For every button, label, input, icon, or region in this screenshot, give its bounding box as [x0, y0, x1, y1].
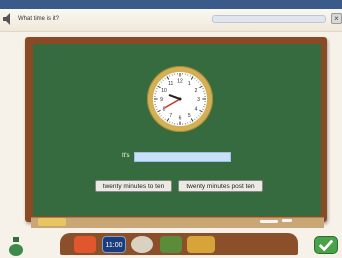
clock-number: 5 — [188, 113, 191, 119]
clock-number: 12 — [177, 79, 183, 85]
page-title: What time is it? — [18, 16, 60, 22]
option-button-1[interactable]: twenty minutes to ten — [95, 180, 172, 192]
clock-number: 11 — [168, 81, 173, 87]
chart-button[interactable] — [187, 236, 215, 253]
digital-clock-button[interactable]: 11:00 — [102, 236, 126, 253]
home-button[interactable] — [74, 236, 96, 253]
prompt-label: It's — [122, 153, 130, 159]
check-button[interactable] — [314, 236, 338, 254]
clock-number: 1 — [188, 81, 191, 87]
close-button[interactable]: × — [331, 13, 342, 24]
gauge-button[interactable] — [131, 236, 153, 253]
clock-center — [178, 97, 182, 101]
chalk-icon — [260, 220, 278, 223]
sponge-icon — [38, 218, 66, 226]
clock-number: 6 — [179, 116, 182, 122]
speaker-icon[interactable] — [2, 12, 14, 26]
ink-bottle-icon — [9, 237, 23, 256]
chalk-tray — [31, 217, 324, 228]
clock-number: 4 — [195, 106, 198, 112]
clock-number: 7 — [169, 113, 172, 119]
progress-bar — [212, 15, 326, 23]
analog-clock: 12 1234567891011 — [153, 72, 207, 126]
chalk-icon — [282, 219, 292, 222]
option-button-2[interactable]: twenty minutes post ten — [178, 180, 263, 192]
clock-number: 2 — [195, 88, 198, 94]
answer-input[interactable] — [134, 152, 231, 162]
clock-number: 10 — [161, 88, 167, 94]
clock-number: 3 — [197, 97, 200, 103]
screen-button[interactable] — [160, 236, 182, 253]
top-bar — [0, 0, 342, 9]
clock-number: 9 — [160, 97, 163, 103]
